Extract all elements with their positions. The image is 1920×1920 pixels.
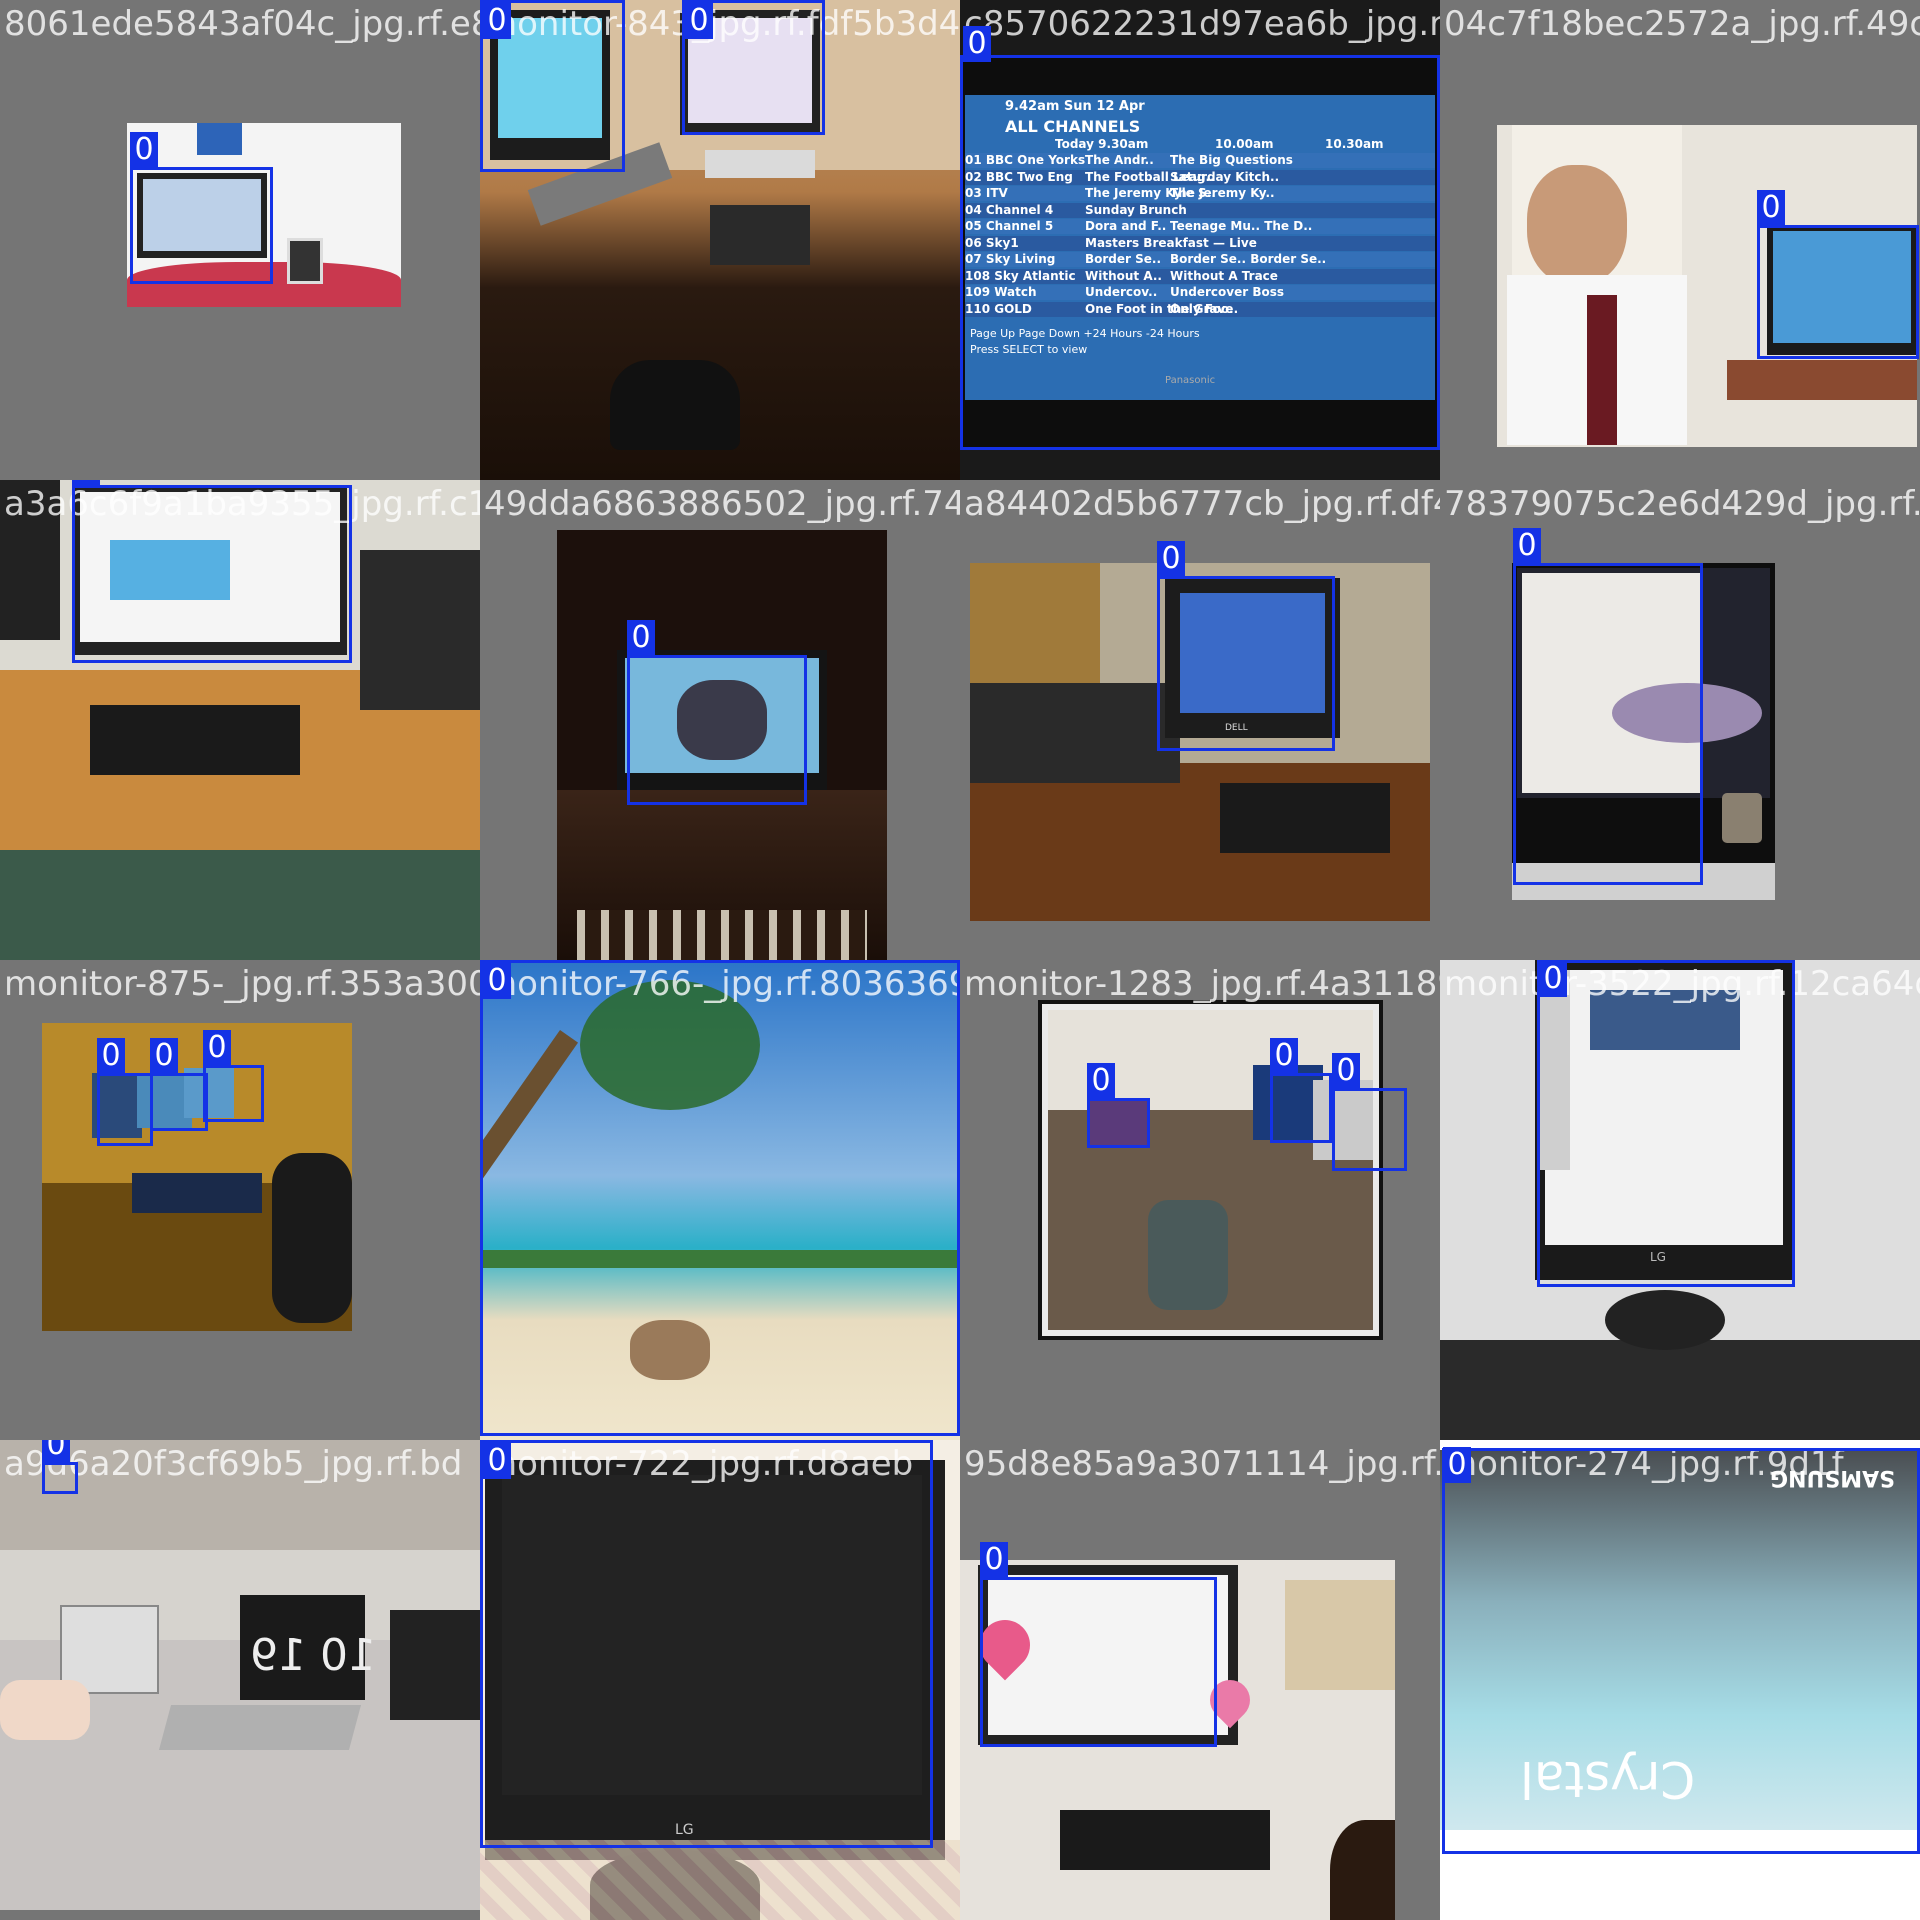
bounding-box: 0: [130, 132, 273, 284]
class-label: 0: [130, 132, 158, 168]
class-label: 0: [483, 1443, 511, 1479]
class-label: 0: [1157, 541, 1185, 577]
class-label: 0: [963, 26, 991, 62]
class-label: 0: [150, 1038, 178, 1074]
class-label: 0: [1757, 190, 1785, 226]
class-label: 0: [980, 1542, 1008, 1578]
class-label: 0: [685, 3, 713, 39]
clock-display: 10 19: [250, 1630, 376, 1681]
tile-filename: 49dda6863886502_jpg.rf.74: [484, 484, 960, 524]
tile-3: 0 04c7f18bec2572a_jpg.rf.49c: [1440, 0, 1920, 480]
class-label: 0: [1513, 528, 1541, 564]
tile-filename: 78379075c2e6d429d_jpg.rf.4c: [1444, 484, 1920, 524]
tile-4: 0 a3a6c6f9a1ba9355_jpg.rf.c1: [0, 480, 480, 960]
class-label: 0: [42, 1440, 70, 1463]
bounding-box: 0: [1442, 1447, 1920, 1854]
tile-filename: c8570622231d97ea6b_jpg.rf.a0: [964, 4, 1440, 44]
tile-6: DELL 0 a84402d5b6777cb_jpg.rf.df4: [960, 480, 1440, 960]
class-label: 0: [1443, 1447, 1471, 1483]
class-label: 0: [203, 1030, 231, 1066]
tile-filename: 8061ede5843af04c_jpg.rf.e8: [4, 4, 480, 44]
bounding-box: 0: [1757, 190, 1919, 359]
bounding-box: 0: [627, 620, 807, 805]
tile-13: LG 0 monitor-722_jpg.rf.d8aeb: [480, 1440, 960, 1920]
tile-10: 0 0 0 monitor-1283_jpg.rf.4a31189: [960, 960, 1440, 1440]
tile-filename: monitor-1283_jpg.rf.4a31189: [964, 964, 1440, 1004]
bounding-box: 0: [682, 0, 825, 135]
bounding-box: 0: [980, 1542, 1217, 1747]
photo-12: 10 19: [0, 1440, 480, 1910]
photo-8: [42, 1023, 352, 1331]
bounding-box: 0: [1087, 1063, 1150, 1148]
class-label: 0: [483, 3, 511, 39]
class-label: 0: [483, 963, 511, 999]
tile-filename: 95d8e85a9a3071114_jpg.rf.b: [964, 1444, 1440, 1484]
bounding-box: 0: [480, 960, 960, 1436]
tile-1: 0 0 monitor-843_jpg.rf.fdf5b3d4b: [480, 0, 960, 480]
tile-filename: 04c7f18bec2572a_jpg.rf.49c: [1444, 4, 1920, 44]
bounding-box: 0: [42, 1440, 78, 1494]
bounding-box: 0: [1332, 1053, 1407, 1171]
bounding-box: 0: [480, 0, 625, 172]
tile-7: 0 78379075c2e6d429d_jpg.rf.4c: [1440, 480, 1920, 960]
bounding-box: 0: [150, 1038, 208, 1131]
bounding-box: 0: [203, 1030, 264, 1122]
bounding-box: 0: [480, 1440, 933, 1848]
tile-filename: a84402d5b6777cb_jpg.rf.df4: [964, 484, 1440, 524]
class-label: 0: [1539, 961, 1567, 997]
class-label: 0: [1270, 1038, 1298, 1074]
class-label: 0: [1332, 1053, 1360, 1089]
tile-9: 0 monitor-766-_jpg.rf.8036369: [480, 960, 960, 1440]
bounding-box: 0: [960, 26, 1440, 450]
bounding-box: 0: [1513, 528, 1703, 885]
bounding-box: 0: [1537, 960, 1795, 1287]
tile-14: 0 95d8e85a9a3071114_jpg.rf.b: [960, 1440, 1440, 1920]
tile-12: 10 19 0 a9d6a20f3cf69b5_jpg.rf.bd: [0, 1440, 480, 1920]
class-label: 0: [72, 480, 100, 486]
tile-2: 9.42am Sun 12 Apr ALL CHANNELS Today 9.3…: [960, 0, 1440, 480]
bounding-box: 0: [1270, 1038, 1332, 1143]
image-grid: 0 8061ede5843af04c_jpg.rf.e8 0 0 monitor…: [0, 0, 1920, 1920]
bounding-box: 0: [1157, 541, 1335, 751]
class-label: 0: [97, 1038, 125, 1074]
bounding-box: 0: [97, 1038, 153, 1146]
tile-5: 0 49dda6863886502_jpg.rf.74: [480, 480, 960, 960]
tile-11: LG 0 monitor-3522_jpg.rf.12ca64d: [1440, 960, 1920, 1440]
tile-8: 0 0 0 monitor-875-_jpg.rf.353a300: [0, 960, 480, 1440]
tile-filename: monitor-875-_jpg.rf.353a300: [4, 964, 480, 1004]
class-label: 0: [1087, 1063, 1115, 1099]
bounding-box: 0: [72, 480, 352, 663]
tile-15: SAMSUNG Crystal 0 monitor-274_jpg.rf.9d1…: [1440, 1440, 1920, 1920]
class-label: 0: [627, 620, 655, 656]
tile-0: 0 8061ede5843af04c_jpg.rf.e8: [0, 0, 480, 480]
